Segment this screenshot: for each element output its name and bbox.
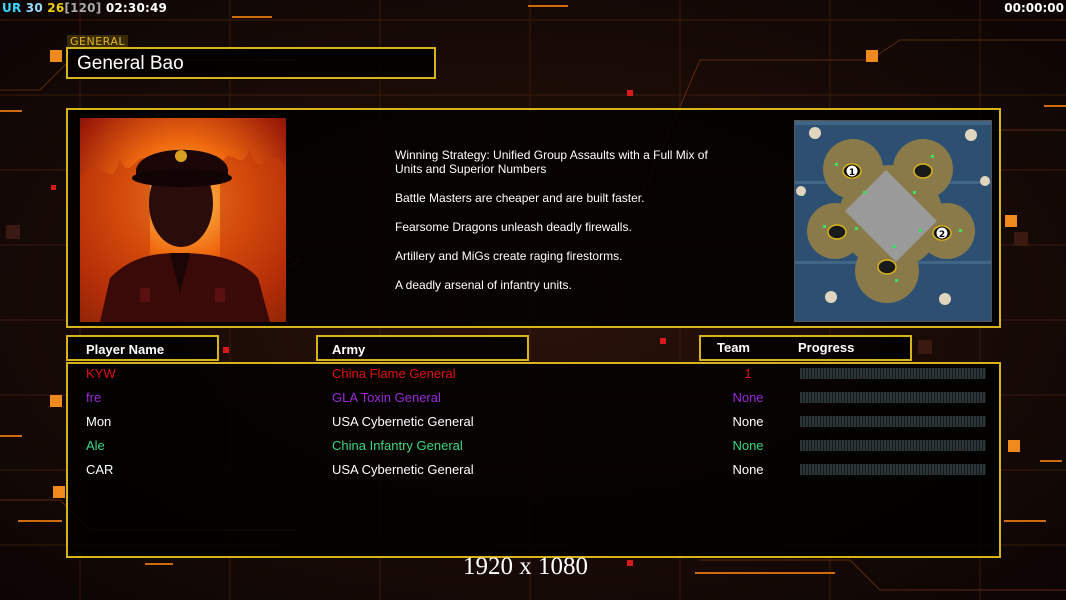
general-description: Winning Strategy: Unified Group Assaults… <box>395 148 715 307</box>
player-row: CAR USA Cybernetic General None <box>68 460 999 480</box>
map-preview: 1 2 <box>794 120 992 322</box>
player-progress-bar <box>800 392 986 403</box>
hud-value-c: [120] <box>64 1 102 15</box>
player-name: Mon <box>86 414 112 429</box>
player-name: Ale <box>86 438 105 453</box>
player-row: fre GLA Toxin General None <box>68 388 999 408</box>
general-name: General Bao <box>77 53 184 74</box>
player-army: USA Cybernetic General <box>332 414 474 429</box>
description-line: A deadly arsenal of infantry units. <box>395 278 572 292</box>
player-army: USA Cybernetic General <box>332 462 474 477</box>
player-row: Ale China Infantry General None <box>68 436 999 456</box>
team-progress-header: Team Progress <box>699 335 912 361</box>
map-start-1: 1 <box>849 168 855 178</box>
description-line: Artillery and MiGs create raging firesto… <box>395 249 623 263</box>
map-start-2: 2 <box>939 230 945 240</box>
general-title-box: General Bao <box>66 47 436 79</box>
description-line: Fearsome Dragons unleash deadly firewall… <box>395 220 632 234</box>
hud-prefix: UR <box>2 1 22 15</box>
player-progress-bar <box>800 416 986 427</box>
general-portrait <box>80 118 286 322</box>
game-timer: 00:00:00 <box>1004 1 1064 15</box>
hud-value-a: 30 <box>25 1 43 15</box>
player-team: None <box>732 462 764 477</box>
team-header-label: Team <box>717 340 750 355</box>
hud-value-b: 26 <box>47 1 65 15</box>
player-name-header: Player Name <box>66 335 219 361</box>
player-row: KYW China Flame General 1 <box>68 364 999 384</box>
players-list: KYW China Flame General 1 fre GLA Toxin Gene… <box>66 362 1001 558</box>
progress-header-label: Progress <box>798 340 855 355</box>
player-team: None <box>732 438 764 453</box>
player-name: CAR <box>86 462 114 477</box>
description-line: Battle Masters are cheaper and are built… <box>395 191 645 205</box>
army-header: Army <box>316 335 529 361</box>
player-team: None <box>732 414 764 429</box>
player-team: None <box>732 390 764 405</box>
player-army: China Infantry General <box>332 438 463 453</box>
player-army: GLA Toxin General <box>332 390 441 405</box>
player-name-header-label: Player Name <box>86 342 165 357</box>
hud-clock: 02:30:49 <box>105 1 168 15</box>
description-line: Winning Strategy: Unified Group Assaults… <box>395 148 708 176</box>
resolution-watermark: 1920 x 1080 <box>463 553 588 580</box>
player-name: fre <box>86 390 102 405</box>
general-info-panel: Winning Strategy: Unified Group Assaults… <box>66 108 1001 328</box>
player-name: KYW <box>86 366 116 381</box>
player-army: China Flame General <box>332 366 456 381</box>
player-progress-bar <box>800 464 986 475</box>
player-row: Mon USA Cybernetic General None <box>68 412 999 432</box>
player-progress-bar <box>800 368 986 379</box>
player-progress-bar <box>800 440 986 451</box>
player-team: 1 <box>744 366 752 381</box>
army-header-label: Army <box>332 342 366 357</box>
fps-counter: UR 30 26[120] 02:30:49 <box>2 1 167 15</box>
